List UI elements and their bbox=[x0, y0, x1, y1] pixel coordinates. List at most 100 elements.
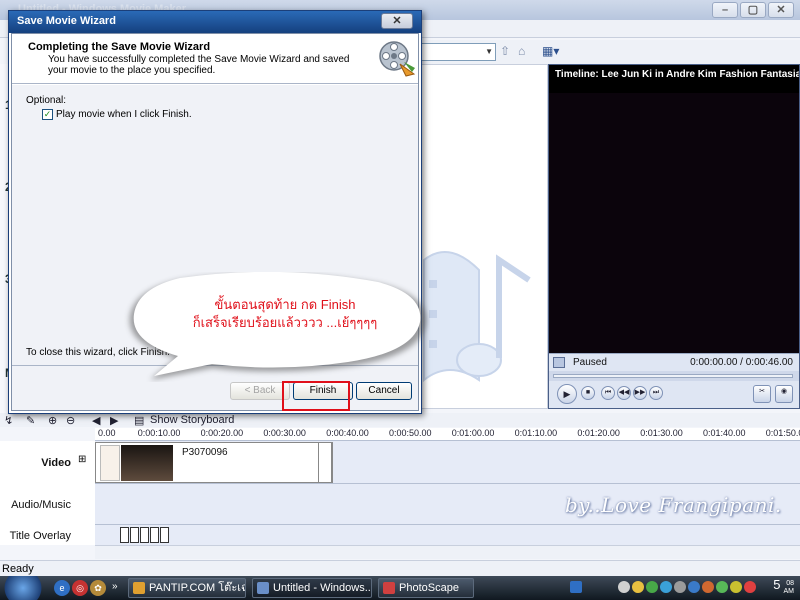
collections-toolbar: ▼ ⇧ ⌂ ▦▾ bbox=[420, 40, 800, 64]
timeline-scrollbar[interactable] bbox=[95, 545, 800, 559]
clock[interactable]: 5 08 AM bbox=[773, 577, 794, 596]
play-timeline-icon[interactable]: ▶ bbox=[110, 414, 118, 427]
views-icon[interactable]: ▦▾ bbox=[542, 44, 562, 58]
up-folder-icon[interactable]: ⇧ bbox=[500, 44, 514, 58]
play-movie-label[interactable]: Play movie when I click Finish. bbox=[56, 109, 192, 120]
rewind-icon[interactable]: ◀◀ bbox=[617, 386, 631, 400]
ruler-tick-label: 0:01:10.00 bbox=[514, 428, 558, 438]
zoom-out-icon[interactable]: ⊖ bbox=[66, 414, 75, 427]
browser-icon[interactable]: ◎ bbox=[72, 580, 88, 596]
seek-track[interactable] bbox=[553, 374, 793, 378]
tray-app-icon[interactable] bbox=[716, 581, 728, 593]
forward-icon[interactable]: ▶▶ bbox=[633, 386, 647, 400]
preview-monitor: Timeline: Lee Jun Ki in Andre Kim Fashio… bbox=[548, 64, 800, 409]
task-label: PhotoScape bbox=[399, 582, 459, 594]
show-storyboard-button[interactable]: Show Storyboard bbox=[150, 414, 234, 426]
network-icon[interactable] bbox=[632, 581, 644, 593]
ruler-tick-label: 0.00 bbox=[98, 428, 116, 438]
minimize-button[interactable]: – bbox=[712, 2, 738, 18]
tray-app-icon[interactable] bbox=[730, 581, 742, 593]
taskbar: e ◎ ✿ » PANTIP.COM โต๊ะเฉ... Untitled - … bbox=[0, 576, 800, 600]
title-overlay-track[interactable] bbox=[95, 525, 800, 545]
task-movie-maker[interactable]: Untitled - Windows... bbox=[252, 578, 372, 598]
title-cell[interactable] bbox=[130, 527, 139, 543]
movie-maker-icon bbox=[257, 582, 269, 594]
new-folder-icon[interactable]: ⌂ bbox=[518, 44, 532, 58]
play-icon[interactable]: ▶ bbox=[557, 384, 577, 404]
dialog-titlebar[interactable]: Save Movie Wizard ✕ bbox=[9, 11, 421, 33]
storyboard-icon[interactable]: ▤ bbox=[134, 414, 144, 427]
clock-hour: 5 bbox=[773, 577, 781, 592]
title-cell[interactable] bbox=[160, 527, 169, 543]
title-overlay-track-label: Title Overlay bbox=[9, 530, 71, 542]
seek-bar[interactable] bbox=[549, 371, 799, 381]
close-app-button[interactable]: ✕ bbox=[768, 2, 794, 18]
finish-highlight-box bbox=[282, 381, 350, 411]
play-movie-checkbox[interactable]: ✓ bbox=[42, 109, 53, 120]
clip-name: P3070096 bbox=[182, 447, 228, 458]
expand-video-icon[interactable]: ⊞ bbox=[78, 454, 86, 465]
video-track[interactable]: P3070096 bbox=[95, 441, 800, 484]
ruler-tick-label: 0:00:30.00 bbox=[263, 428, 306, 438]
transition-slot[interactable] bbox=[318, 442, 332, 483]
monitor-status-icon bbox=[553, 357, 565, 368]
timeline-ruler[interactable]: 0.00 0:00:10.00 0:00:20.00 0:00:30.00 0:00:4… bbox=[95, 428, 800, 441]
rewind-timeline-icon[interactable]: ◀ bbox=[92, 414, 100, 427]
title-overlay-cells bbox=[120, 527, 170, 546]
narrate-icon[interactable]: ✎ bbox=[26, 414, 35, 427]
ie-icon[interactable]: e bbox=[54, 580, 70, 596]
callout-text: ขั้นตอนสุดท้าย กด Finish ก็เสร็จเรียบร้อ… bbox=[160, 296, 410, 332]
media-icon[interactable]: ✿ bbox=[90, 580, 106, 596]
stop-icon[interactable]: ■ bbox=[581, 386, 595, 400]
task-label: PANTIP.COM โต๊ะเฉ... bbox=[149, 582, 245, 594]
cancel-button[interactable]: Cancel bbox=[356, 382, 412, 400]
monitor-status-bar: Paused 0:00:00.00 / 0:00:46.00 bbox=[549, 353, 799, 371]
tray-app-icon[interactable] bbox=[744, 581, 756, 593]
back-button[interactable]: < Back bbox=[230, 382, 290, 400]
ruler-tick-label: 0:01:50.00 bbox=[765, 428, 800, 438]
status-text: Ready bbox=[2, 563, 34, 575]
status-bar: Ready bbox=[0, 560, 800, 576]
timeline-toolbar: ↯ ✎ ⊕ ⊖ ◀ ▶ ▤ Show Storyboard bbox=[0, 413, 800, 427]
set-audio-levels-icon[interactable]: ↯ bbox=[4, 414, 13, 427]
split-clip-icon[interactable]: ✂ bbox=[753, 385, 771, 403]
preview-screen bbox=[549, 93, 799, 353]
wizard-heading: Completing the Save Movie Wizard bbox=[28, 41, 211, 53]
chevron-down-icon: ▼ bbox=[485, 47, 493, 56]
clip-thumbnail bbox=[100, 445, 120, 481]
dialog-title: Save Movie Wizard bbox=[17, 15, 116, 27]
zoom-in-icon[interactable]: ⊕ bbox=[48, 414, 57, 427]
volume-icon[interactable] bbox=[618, 581, 630, 593]
title-cell[interactable] bbox=[140, 527, 149, 543]
tray-app-icon[interactable] bbox=[674, 581, 686, 593]
tray-app-icon[interactable] bbox=[660, 581, 672, 593]
task-photoscape[interactable]: PhotoScape bbox=[378, 578, 474, 598]
ruler-tick-label: 0:01:40.00 bbox=[703, 428, 746, 438]
task-pantip[interactable]: PANTIP.COM โต๊ะเฉ... bbox=[128, 578, 246, 598]
title-cell[interactable] bbox=[150, 527, 159, 543]
previous-frame-icon[interactable]: ⏮ bbox=[601, 386, 615, 400]
collection-dropdown[interactable]: ▼ bbox=[420, 43, 496, 61]
tray-app-icon[interactable] bbox=[702, 581, 714, 593]
start-button[interactable] bbox=[0, 576, 46, 600]
video-clip[interactable]: P3070096 bbox=[95, 442, 333, 483]
language-icon[interactable] bbox=[570, 581, 582, 593]
dialog-close-button[interactable]: ✕ bbox=[381, 13, 413, 29]
title-cell[interactable] bbox=[120, 527, 129, 543]
ruler-tick-label: 0:00:20.00 bbox=[200, 428, 244, 438]
maximize-button[interactable]: ▢ bbox=[740, 2, 766, 18]
film-reel-icon bbox=[379, 41, 416, 77]
take-picture-icon[interactable]: ◉ bbox=[775, 385, 793, 403]
clock-minute: 08 bbox=[786, 580, 794, 587]
callout-line-2: ก็เสร็จเรียบร้อยแล้วววว ...เย้ๆๆๆๆ bbox=[192, 315, 378, 330]
ruler-tick-label: 0:00:10.00 bbox=[137, 428, 181, 438]
quicklaunch-more-icon[interactable]: » bbox=[112, 581, 118, 592]
next-frame-icon[interactable]: ⏭ bbox=[649, 386, 663, 400]
task-label: Untitled - Windows... bbox=[273, 582, 372, 594]
tray-app-icon[interactable] bbox=[646, 581, 658, 593]
photoscape-icon bbox=[383, 582, 395, 594]
tray-app-icon[interactable] bbox=[688, 581, 700, 593]
ruler-tick-label: 0:01:00.00 bbox=[451, 428, 495, 438]
collection-contents[interactable] bbox=[420, 64, 548, 409]
dialog-header: Completing the Save Movie Wizard You hav… bbox=[12, 34, 418, 84]
